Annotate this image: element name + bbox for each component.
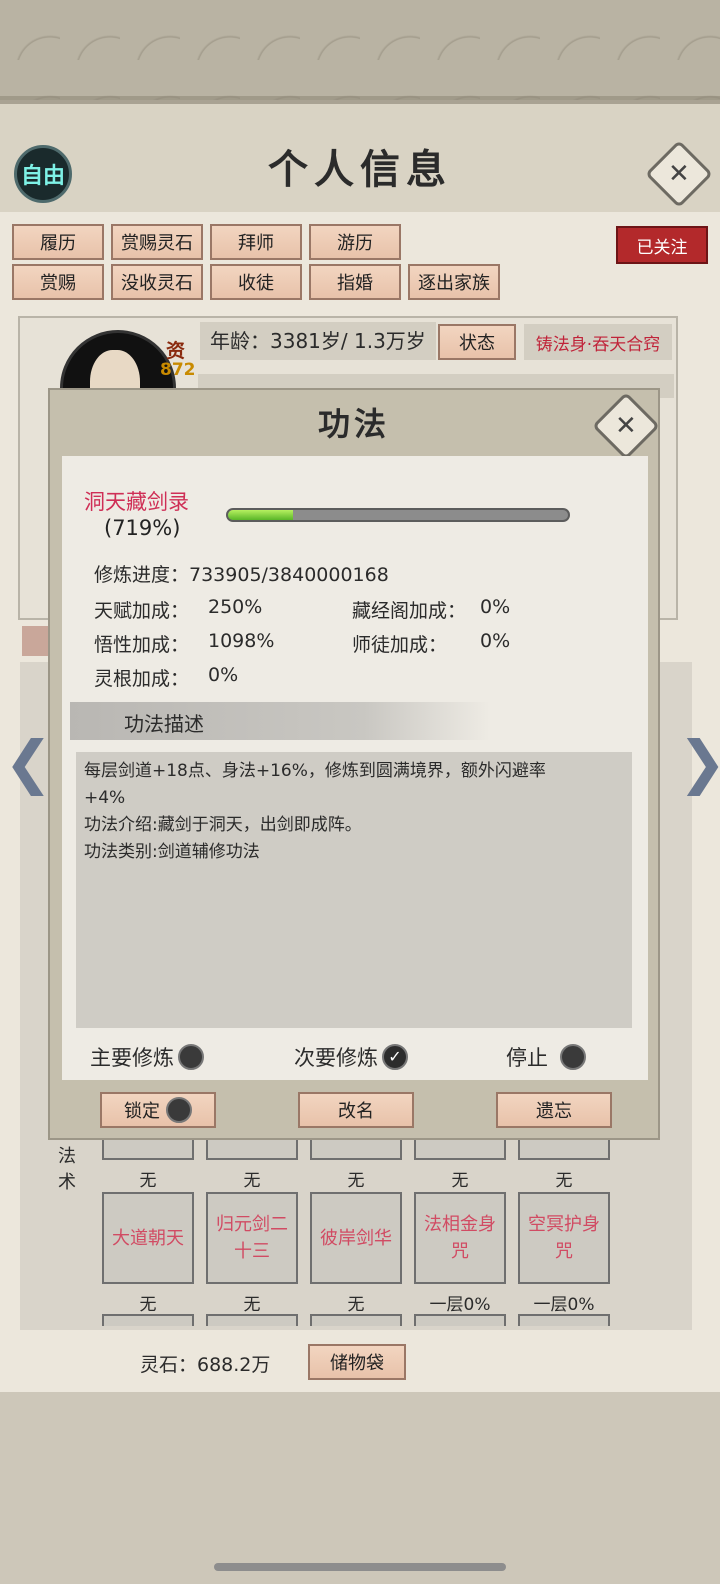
storage-bag-button[interactable]: 储物袋: [308, 1344, 406, 1380]
description-line: 每层剑道+18点、身法+16%，修炼到圆满境界，额外闪避率: [84, 761, 546, 781]
skill-caption: 无: [139, 1295, 157, 1315]
close-icon: ✕: [615, 410, 637, 441]
rename-button[interactable]: 改名: [298, 1092, 414, 1128]
mentor-value: 0%: [480, 630, 511, 652]
tab-hidden: [22, 626, 50, 656]
spirit-stones-label: 灵石：688.2万: [140, 1354, 271, 1376]
skill-slot-kongming[interactable]: 空冥护身咒: [518, 1192, 610, 1284]
progress-bar-fill: [228, 510, 293, 520]
close-icon: ✕: [668, 158, 690, 189]
realm-label: 铸法身·吞天合窍: [524, 324, 672, 360]
prev-arrow-icon[interactable]: ❮: [4, 728, 53, 796]
aptitude-label: 资: [166, 340, 186, 362]
insight-label: 悟性加成：: [94, 634, 190, 656]
skill-percent: (719%): [104, 516, 181, 540]
skill-slot[interactable]: [414, 1140, 506, 1160]
next-arrow-icon[interactable]: ❯: [678, 728, 720, 796]
skill-slot[interactable]: [102, 1314, 194, 1326]
skill-name: 空冥护身咒: [528, 1214, 600, 1262]
skill-caption: 无: [347, 1171, 365, 1191]
take-disciple-button[interactable]: 收徒: [210, 264, 302, 300]
progress-bar: [226, 508, 570, 522]
top-band-edge: [0, 96, 720, 104]
skill-slot[interactable]: [310, 1314, 402, 1326]
talent-value: 250%: [208, 596, 263, 618]
radio-icon[interactable]: [560, 1044, 586, 1070]
skill-slot-guiyuan[interactable]: 归元剑二十三: [206, 1192, 298, 1284]
skill-caption: 无: [243, 1171, 261, 1191]
description-line: +4%: [84, 788, 126, 808]
talent-label: 天赋加成：: [94, 600, 190, 622]
skill-name: 洞天藏剑录: [84, 490, 189, 514]
travel-button[interactable]: 游历: [309, 224, 401, 260]
resume-button[interactable]: 履历: [12, 224, 104, 260]
description-line: 功法类别:剑道辅修功法: [84, 842, 260, 862]
skill-slot[interactable]: [310, 1140, 402, 1160]
skill-caption: 无: [555, 1171, 573, 1191]
followed-badge[interactable]: 已关注: [616, 226, 708, 264]
skill-slot[interactable]: [206, 1140, 298, 1160]
checkmark-icon[interactable]: ✓: [382, 1044, 408, 1070]
secondary-cultivation-option[interactable]: 次要修炼 ✓: [294, 1042, 408, 1072]
description-text: 每层剑道+18点、身法+16%，修炼到圆满境界，额外闪避率 +4% 功法介绍:藏…: [84, 758, 624, 866]
page-title: 个人信息: [268, 146, 452, 193]
free-mode-badge[interactable]: 自由: [14, 145, 72, 203]
library-label: 藏经阁加成：: [352, 600, 467, 622]
expel-button[interactable]: 逐出家族: [408, 264, 500, 300]
apprentice-button[interactable]: 拜师: [210, 224, 302, 260]
top-decorative-band: [0, 0, 720, 100]
status-button[interactable]: 状态: [438, 324, 516, 360]
root-label: 灵根加成：: [94, 668, 190, 690]
secondary-cultivation-label: 次要修炼: [294, 1046, 378, 1070]
description-line: 功法介绍:藏剑于洞天，出剑即成阵。: [84, 815, 362, 835]
lock-label: 锁定: [124, 1101, 160, 1122]
skill-slot-bian[interactable]: 彼岸剑华: [310, 1192, 402, 1284]
bottom-band: [0, 1392, 720, 1584]
skill-slot[interactable]: [414, 1314, 506, 1326]
skill-caption: 无: [451, 1171, 469, 1191]
reward-button[interactable]: 赏赐: [12, 264, 104, 300]
description-header: 功法描述: [124, 712, 204, 736]
skill-name: 归元剑二十三: [216, 1214, 288, 1262]
reward-stones-button[interactable]: 赏赐灵石: [111, 224, 203, 260]
skill-name: 大道朝天: [112, 1227, 184, 1249]
toggle-dot-icon: [166, 1097, 192, 1123]
primary-cultivation-label: 主要修炼: [90, 1046, 174, 1070]
stop-cultivation-option[interactable]: 停止: [506, 1042, 586, 1072]
arrange-marriage-button[interactable]: 指婚: [309, 264, 401, 300]
skill-caption: 无: [139, 1171, 157, 1191]
root-value: 0%: [208, 664, 239, 686]
skill-slot[interactable]: [518, 1140, 610, 1160]
insight-value: 1098%: [208, 630, 275, 652]
skill-slot-faxiang[interactable]: 法相金身咒: [414, 1192, 506, 1284]
skill-caption: 无: [243, 1295, 261, 1315]
stop-label: 停止: [506, 1046, 548, 1070]
primary-cultivation-option[interactable]: 主要修炼: [90, 1042, 204, 1072]
radio-icon[interactable]: [178, 1044, 204, 1070]
progress-text: 修炼进度：733905/3840000168: [94, 564, 389, 586]
skill-name: 法相金身咒: [424, 1214, 496, 1262]
skill-caption: 一层0%: [533, 1295, 595, 1315]
home-indicator[interactable]: [214, 1563, 506, 1571]
skill-slot-dadao[interactable]: 大道朝天: [102, 1192, 194, 1284]
library-value: 0%: [480, 596, 511, 618]
skill-slot[interactable]: [206, 1314, 298, 1326]
forget-button[interactable]: 遗忘: [496, 1092, 612, 1128]
age-field: 年龄：3381岁/ 1.3万岁: [200, 322, 436, 360]
aptitude-value: 872: [160, 360, 196, 380]
confiscate-stones-button[interactable]: 没收灵石: [111, 264, 203, 300]
dialog-title: 功法: [317, 405, 390, 443]
skill-slot[interactable]: [102, 1140, 194, 1160]
skill-name: 彼岸剑华: [320, 1227, 392, 1249]
spells-label: 法术: [58, 1146, 76, 1193]
mentor-label: 师徒加成：: [352, 634, 448, 656]
skill-caption: 无: [347, 1295, 365, 1315]
skill-slot[interactable]: [518, 1314, 610, 1326]
lock-button[interactable]: 锁定: [100, 1092, 216, 1128]
skill-caption: 一层0%: [429, 1295, 491, 1315]
